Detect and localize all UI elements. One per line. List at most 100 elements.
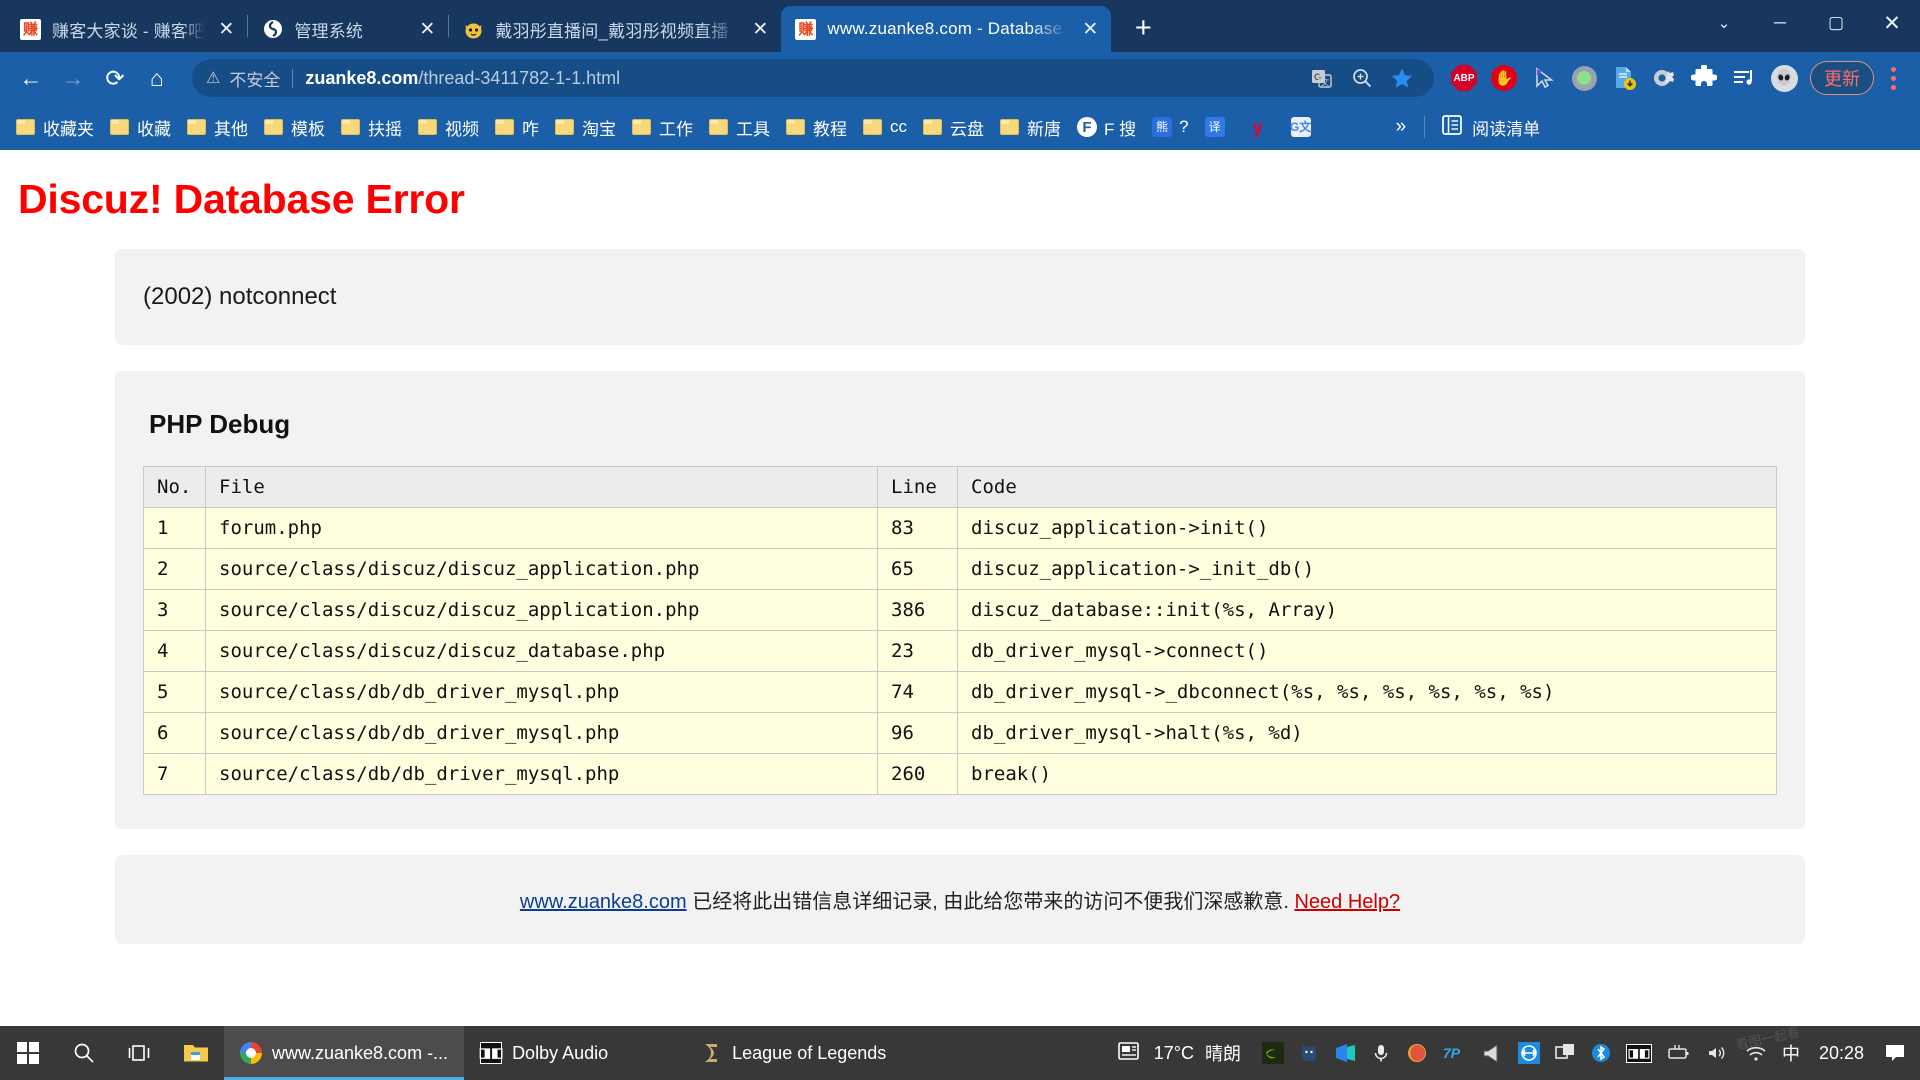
- gear-extension-icon[interactable]: [1644, 58, 1684, 98]
- home-button[interactable]: ⌂: [136, 57, 178, 99]
- bookmark-folder-9[interactable]: 工具: [701, 111, 778, 144]
- taskbar-app-chrome[interactable]: www.zuanke8.com -...: [224, 1026, 465, 1080]
- speaker-horn-icon[interactable]: [1473, 1026, 1511, 1080]
- php-debug-table: No. File Line Code 1 forum.php 83 discuz…: [143, 466, 1777, 795]
- microphone-icon[interactable]: [1363, 1026, 1399, 1080]
- teamviewer-icon[interactable]: [1511, 1026, 1547, 1080]
- alien-avatar-icon[interactable]: [1764, 58, 1804, 98]
- folder-icon: [786, 119, 805, 135]
- bookmark-folder-10[interactable]: 教程: [778, 111, 855, 144]
- chevron-down-icon[interactable]: ⌄: [1696, 0, 1752, 46]
- address-bar[interactable]: ⚠ 不安全 zuanke8.com/thread-3411782-1-1.htm…: [192, 59, 1434, 97]
- bookmark-folder-12[interactable]: 云盘: [915, 111, 992, 144]
- cell-file: source/class/db/db_driver_mysql.php: [205, 753, 878, 795]
- stop-hand-glyph: ✋: [1491, 65, 1517, 91]
- folder-icon: [187, 119, 206, 135]
- adblock-stop-icon[interactable]: ✋: [1484, 58, 1524, 98]
- page-title: Discuz! Database Error: [18, 176, 465, 222]
- tab-close-button[interactable]: ✕: [1075, 14, 1105, 44]
- cat-icon[interactable]: [1291, 1026, 1327, 1080]
- cell-code: db_driver_mysql->connect(): [957, 630, 1777, 672]
- tab-close-button[interactable]: ✕: [745, 14, 775, 44]
- teams-icon[interactable]: [1327, 1026, 1363, 1080]
- need-help-link[interactable]: Need Help?: [1294, 891, 1400, 913]
- notification-icon[interactable]: [1876, 1026, 1914, 1080]
- forward-button[interactable]: →: [52, 57, 94, 99]
- bookmark-folder-4[interactable]: 扶摇: [333, 111, 410, 144]
- bookmark-folder-5[interactable]: 视频: [410, 111, 487, 144]
- gitter-icon[interactable]: [1399, 1026, 1435, 1080]
- reload-button[interactable]: ⟳: [94, 57, 136, 99]
- taskbar-app-lol[interactable]: League of Legends: [684, 1026, 902, 1080]
- update-button[interactable]: 更新: [1810, 61, 1874, 95]
- file-explorer-icon[interactable]: [168, 1026, 224, 1080]
- bookmarks-overflow-button[interactable]: »: [1386, 116, 1417, 138]
- tab-close-button[interactable]: ✕: [211, 14, 241, 44]
- google-translate-icon[interactable]: G文: [1304, 60, 1340, 96]
- puzzle-piece-icon[interactable]: [1684, 58, 1724, 98]
- browser-tab-2[interactable]: 管理系统 ✕: [248, 6, 448, 52]
- browser-tab-1[interactable]: 赚 赚客大家谈 - 赚客吧 ✕: [6, 6, 247, 52]
- bookmark-folder-13[interactable]: 新唐: [992, 111, 1069, 144]
- bookmark-folder-8[interactable]: 工作: [624, 111, 701, 144]
- bookmark-folder-6[interactable]: 咋: [487, 111, 547, 144]
- bookmark-y[interactable]: y: [1240, 113, 1283, 141]
- back-button[interactable]: ←: [10, 57, 52, 99]
- bookmark-baidu[interactable]: 熊?: [1144, 113, 1196, 141]
- bookmark-translate[interactable]: 译: [1197, 113, 1240, 141]
- nvidia-icon[interactable]: [1255, 1026, 1291, 1080]
- reading-list-button[interactable]: 阅读清单: [1433, 110, 1548, 145]
- site-link[interactable]: www.zuanke8.com: [520, 891, 687, 913]
- error-message-text: (2002) notconnect: [143, 283, 337, 310]
- abp-badge-label: ABP: [1451, 65, 1477, 91]
- bookmark-label: 收藏: [137, 119, 171, 139]
- weather-condition-label: 晴朗: [1204, 1044, 1241, 1064]
- bookmark-folder-1[interactable]: 收藏: [102, 111, 179, 144]
- bluetooth-icon[interactable]: [1583, 1026, 1619, 1080]
- windows-start-icon[interactable]: [0, 1026, 56, 1080]
- close-window-button[interactable]: ✕: [1864, 0, 1920, 46]
- star-icon[interactable]: [1384, 60, 1420, 96]
- cursor-pointer-icon[interactable]: [1524, 58, 1564, 98]
- cell-no: 3: [143, 589, 206, 631]
- bookmark-folder-7[interactable]: 淘宝: [547, 111, 624, 144]
- folder-icon: [923, 119, 942, 135]
- bookmark-google-translate[interactable]: G文: [1283, 113, 1326, 141]
- search-icon[interactable]: [56, 1026, 112, 1080]
- ime-indicator[interactable]: 中: [1775, 1026, 1807, 1080]
- download-document-icon[interactable]: [1604, 58, 1644, 98]
- kebab-menu-icon[interactable]: [1876, 58, 1910, 98]
- dolby-tray-icon[interactable]: ◨◧: [1619, 1026, 1659, 1080]
- volume-icon[interactable]: [1699, 1026, 1737, 1080]
- green-dot-icon[interactable]: [1564, 58, 1604, 98]
- new-tab-button[interactable]: +: [1121, 6, 1165, 50]
- browser-tab-3[interactable]: 戴羽彤直播间_戴羽彤视频直播 - ✕: [449, 6, 781, 52]
- clock[interactable]: 20:28: [1807, 1043, 1876, 1064]
- task-view-icon[interactable]: [112, 1026, 168, 1080]
- reading-list-label: 阅读清单: [1472, 119, 1541, 139]
- taskbar-app-dolby[interactable]: ◨◧ Dolby Audio: [464, 1026, 624, 1080]
- bookmark-folder-2[interactable]: 其他: [179, 111, 256, 144]
- browser-tab-4-active[interactable]: 赚 www.zuanke8.com - Database ✕: [781, 6, 1112, 52]
- bookmark-folder-11[interactable]: cc: [855, 113, 915, 141]
- battery-icon[interactable]: [1659, 1026, 1699, 1080]
- maximize-button[interactable]: ▢: [1808, 0, 1864, 46]
- bookmark-folder-3[interactable]: 模板: [256, 111, 333, 144]
- taskbar-app-label: League of Legends: [732, 1042, 887, 1063]
- tab-close-button[interactable]: ✕: [412, 14, 442, 44]
- overlap-windows-icon[interactable]: [1547, 1026, 1583, 1080]
- 7z-icon[interactable]: 7P: [1435, 1026, 1473, 1080]
- bookmark-folder-0[interactable]: 收藏夹: [8, 111, 102, 144]
- cell-file: forum.php: [205, 507, 878, 549]
- reading-list-icon: [1441, 114, 1463, 141]
- wifi-icon[interactable]: [1737, 1026, 1775, 1080]
- table-row: 7 source/class/db/db_driver_mysql.php 26…: [143, 753, 1777, 795]
- minimize-button[interactable]: ─: [1752, 0, 1808, 46]
- cell-file: source/class/discuz/discuz_database.php: [205, 630, 878, 672]
- bookmark-f-search[interactable]: FF 搜: [1069, 111, 1144, 144]
- adblock-plus-icon[interactable]: ABP: [1444, 58, 1484, 98]
- weather-widget[interactable]: 17°C 晴朗: [1107, 1040, 1255, 1067]
- zoom-magnifier-icon[interactable]: [1344, 60, 1380, 96]
- cell-file: source/class/db/db_driver_mysql.php: [205, 712, 878, 754]
- playlist-music-icon[interactable]: [1724, 58, 1764, 98]
